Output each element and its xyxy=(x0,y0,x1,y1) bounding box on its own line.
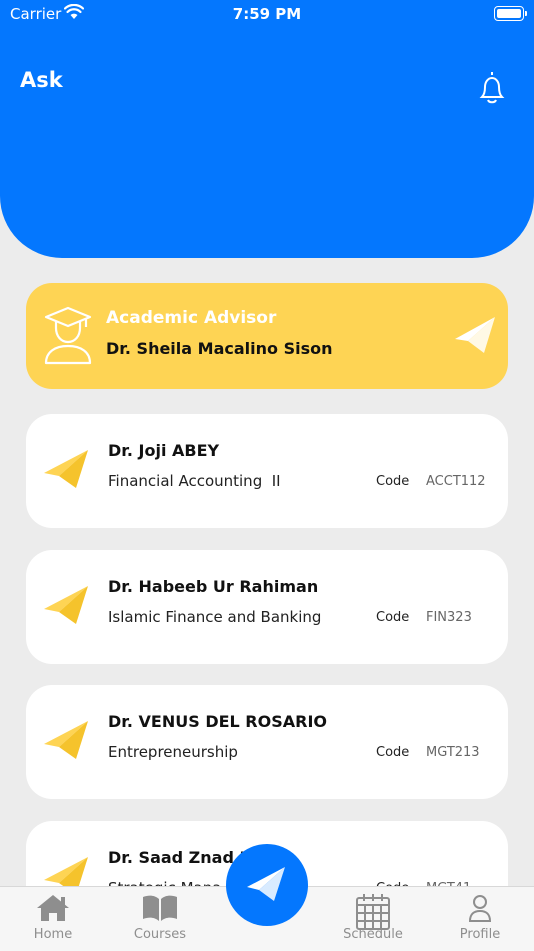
course-name: Financial Accounting II xyxy=(108,472,281,490)
tab-label: Profile xyxy=(459,927,501,942)
course-code: MGT213 xyxy=(426,745,480,760)
graduate-icon xyxy=(44,306,92,365)
advisor-card[interactable]: Academic Advisor Dr. Sheila Macalino Sis… xyxy=(26,283,508,389)
tab-profile[interactable]: Profile xyxy=(440,893,520,942)
book-icon xyxy=(143,895,177,921)
status-bar: Carrier 7:59 PM xyxy=(0,0,534,30)
tab-label: Courses xyxy=(133,927,187,942)
advisor-name: Dr. Sheila Macalino Sison xyxy=(106,339,333,358)
tab-label: Schedule xyxy=(343,927,403,942)
tab-schedule[interactable]: Schedule xyxy=(333,893,413,942)
tab-home[interactable]: Home xyxy=(13,893,93,942)
advisor-title: Academic Advisor xyxy=(106,308,277,328)
course-name: Islamic Finance and Banking xyxy=(108,608,322,626)
teacher-name: Dr. Habeeb Ur Rahiman xyxy=(108,577,319,596)
send-icon[interactable] xyxy=(43,449,89,489)
send-icon xyxy=(247,867,285,901)
ask-fab-button[interactable] xyxy=(226,844,308,926)
tab-label: Home xyxy=(33,927,73,942)
course-card[interactable]: Dr. Habeeb Ur Rahiman Islamic Finance an… xyxy=(26,550,508,664)
calendar-icon xyxy=(356,894,390,930)
tab-courses[interactable]: Courses xyxy=(120,893,200,942)
send-icon[interactable] xyxy=(454,316,496,354)
course-code: FIN323 xyxy=(426,610,472,625)
course-name: Entrepreneurship xyxy=(108,743,238,761)
send-icon[interactable] xyxy=(43,585,89,625)
page-title: Ask xyxy=(20,68,63,92)
course-code: ACCT112 xyxy=(426,474,486,489)
send-icon[interactable] xyxy=(43,720,89,760)
code-label: Code xyxy=(376,745,410,760)
header-banner: Ask xyxy=(0,0,534,258)
course-card[interactable]: Dr. Joji ABEY Financial Accounting II Co… xyxy=(26,414,508,528)
code-label: Code xyxy=(376,474,410,489)
person-icon xyxy=(468,895,492,922)
battery-icon xyxy=(494,6,527,21)
teacher-name: Dr. Saad Znad B xyxy=(108,848,252,867)
teacher-name: Dr. VENUS DEL ROSARIO xyxy=(108,712,328,731)
clock: 7:59 PM xyxy=(232,5,302,23)
teacher-name: Dr. Joji ABEY xyxy=(108,441,220,460)
code-label: Code xyxy=(376,610,410,625)
home-icon xyxy=(37,895,69,921)
course-card[interactable]: Dr. VENUS DEL ROSARIO Entrepreneurship C… xyxy=(26,685,508,799)
bell-icon[interactable] xyxy=(476,70,508,106)
